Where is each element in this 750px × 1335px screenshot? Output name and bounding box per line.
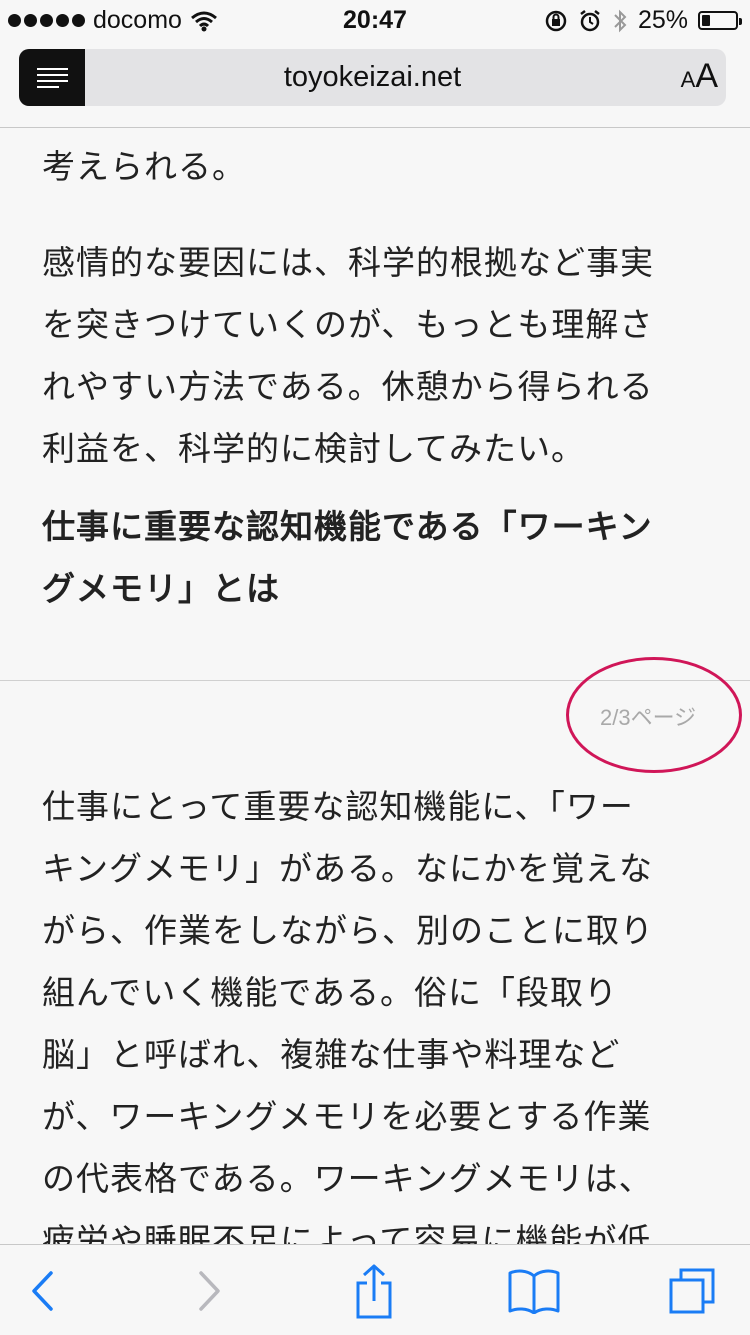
forward-button[interactable] [180, 1263, 240, 1319]
url-domain[interactable]: toyokeizai.net [19, 61, 726, 94]
address-bar[interactable]: toyokeizai.net AA [19, 49, 726, 106]
bookmarks-icon [508, 1269, 560, 1314]
bottom-toolbar [0, 1244, 750, 1335]
article-paragraph: 考えられる。 [42, 147, 246, 186]
share-icon [356, 1264, 392, 1319]
back-icon [32, 1271, 53, 1311]
rotation-lock-icon [545, 10, 567, 31]
bookmarks-button[interactable] [504, 1263, 564, 1319]
address-bar-divider [0, 127, 750, 128]
alarm-icon [580, 9, 600, 31]
status-bar: docomo 20:47 25% [0, 0, 750, 40]
bluetooth-icon [614, 9, 627, 32]
battery-percent: 25% [637, 6, 688, 34]
article-paragraph: 仕事にとって重要な認知機能に、「ワー キングメモリ」がある。なにかを覚えな がら… [42, 787, 654, 1260]
forward-icon [199, 1271, 220, 1311]
highlight-circle [566, 657, 742, 773]
battery-level [702, 15, 710, 26]
text-size-button[interactable]: AA [681, 57, 718, 96]
back-button[interactable] [12, 1263, 72, 1319]
tabs-icon [669, 1268, 715, 1314]
tabs-button[interactable] [662, 1263, 722, 1319]
section-heading: 仕事に重要な認知機能である「ワーキン グメモリ」とは [42, 507, 653, 608]
status-icons: 25% [544, 6, 742, 35]
share-button[interactable] [344, 1263, 404, 1319]
article-paragraph: 感情的な要因には、科学的根拠など事実 を突きつけていくのが、もっとも理解さ れや… [42, 243, 654, 468]
battery-icon [698, 11, 742, 30]
